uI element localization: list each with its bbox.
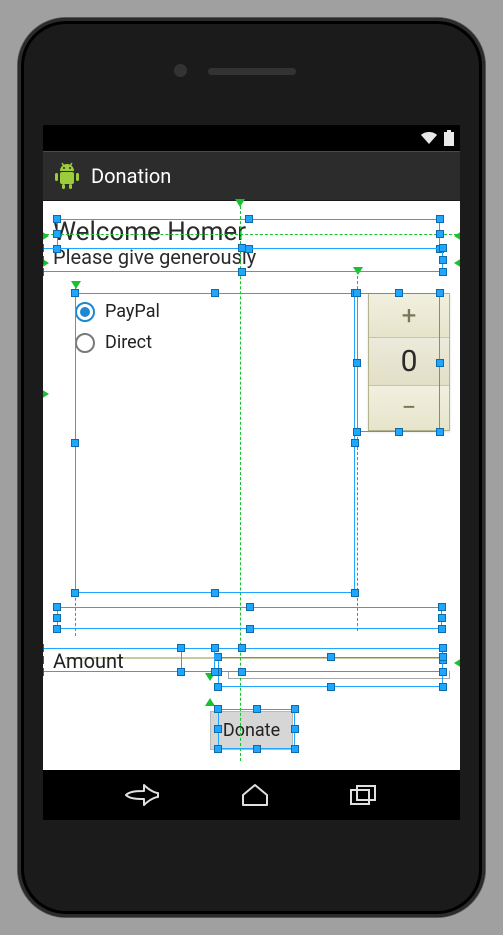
wifi-icon	[420, 131, 438, 145]
stepper-minus-button[interactable]: −	[369, 386, 449, 430]
device-speaker	[208, 68, 296, 75]
stepper-plus-button[interactable]: +	[369, 294, 449, 338]
recent-button[interactable]	[349, 784, 379, 806]
radio-label: PayPal	[105, 301, 160, 322]
home-button[interactable]	[241, 783, 269, 807]
device-camera	[174, 64, 187, 77]
nav-bar	[43, 770, 460, 820]
subtitle-text: Please give generously	[53, 245, 450, 269]
welcome-text: Welcome Homer	[53, 201, 450, 245]
amount-label: Amount	[53, 649, 124, 673]
battery-icon	[444, 130, 454, 146]
amount-input[interactable]	[228, 677, 450, 679]
device-frame: Donation Welcome Homer Please give gener…	[18, 18, 485, 917]
radio-dot-icon	[75, 333, 95, 353]
amount-row: Amount	[53, 649, 450, 673]
content-area: Welcome Homer Please give generously Pay…	[43, 201, 460, 770]
form-row: PayPal Direct + 0 −	[53, 293, 450, 593]
app-icon	[53, 162, 81, 190]
action-bar: Donation	[43, 151, 460, 201]
payment-radio-group: PayPal Direct	[75, 301, 160, 363]
number-stepper: + 0 −	[368, 293, 450, 431]
donate-button[interactable]: Donate	[210, 711, 293, 750]
stepper-value[interactable]: 0	[369, 338, 449, 386]
app-title: Donation	[91, 164, 171, 188]
radio-label: Direct	[105, 332, 152, 353]
radio-paypal[interactable]: PayPal	[75, 301, 160, 322]
radio-dot-icon	[75, 302, 95, 322]
screen: Donation Welcome Homer Please give gener…	[43, 125, 460, 820]
radio-direct[interactable]: Direct	[75, 332, 160, 353]
status-bar	[43, 125, 460, 151]
back-button[interactable]	[124, 783, 160, 807]
